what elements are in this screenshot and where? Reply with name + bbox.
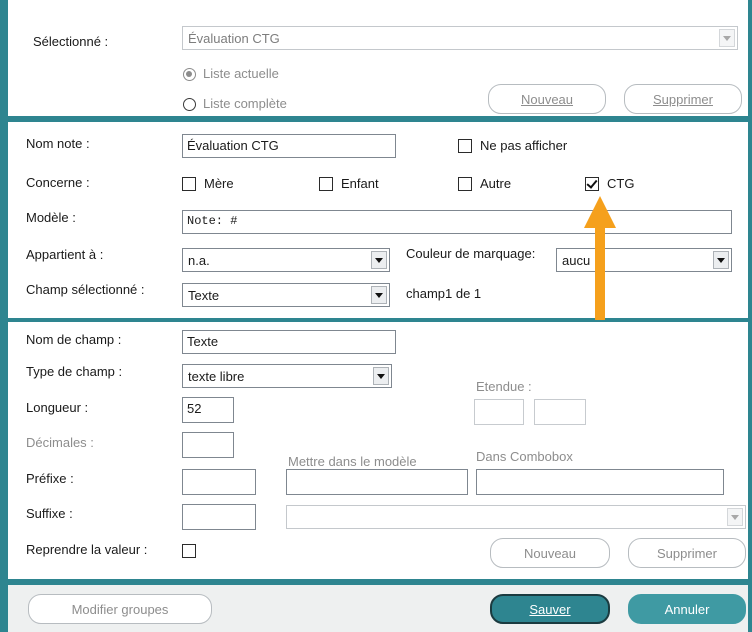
chevron-down-icon[interactable]	[371, 251, 387, 269]
field-name-input[interactable]: Texte	[182, 330, 396, 354]
prefix-label: Préfixe :	[26, 471, 74, 486]
arrow-shaft	[595, 226, 605, 320]
note-name-input[interactable]: Évaluation CTG	[182, 134, 396, 158]
radio-current-list[interactable]	[183, 68, 196, 81]
reuse-value-checkbox[interactable]	[182, 544, 196, 558]
reuse-value-label: Reprendre la valeur :	[26, 542, 148, 557]
selected-note-value: Évaluation CTG	[188, 31, 280, 46]
extent-from-input[interactable]	[474, 399, 524, 425]
arrow-up-icon	[584, 196, 616, 320]
extent-label: Etendue :	[476, 379, 532, 394]
field-count: champ1 de 1	[406, 286, 482, 301]
concerne-mother-checkbox[interactable]	[182, 177, 196, 191]
model-input[interactable]: Note: #	[182, 210, 732, 234]
put-in-model-input[interactable]	[286, 469, 468, 495]
delete-field-button[interactable]: Supprimer	[628, 538, 746, 568]
modify-groups-button-label: Modifier groupes	[71, 601, 169, 617]
suffix-label: Suffixe :	[26, 506, 73, 521]
prefix-input[interactable]	[182, 469, 256, 495]
radio-full-list[interactable]	[183, 98, 196, 111]
arrow-head	[584, 196, 616, 228]
chevron-down-icon[interactable]	[719, 29, 735, 47]
field-type-label: Type de champ :	[26, 364, 123, 379]
field-type-dropdown[interactable]: texte libre	[182, 364, 392, 388]
decimals-label: Décimales :	[26, 435, 94, 450]
radio-current-list-label: Liste actuelle	[203, 66, 279, 81]
modify-groups-button[interactable]: Modifier groupes	[28, 594, 212, 624]
in-combobox-input[interactable]	[476, 469, 724, 495]
model-label: Modèle :	[26, 210, 76, 225]
combobox-values-dropdown[interactable]	[286, 505, 746, 529]
belongs-dropdown[interactable]: n.a.	[182, 248, 390, 272]
save-button-label: Sauver	[529, 601, 571, 617]
decimals-input[interactable]	[182, 432, 234, 458]
concerne-ctg-checkbox[interactable]	[585, 177, 599, 191]
field-type-value: texte libre	[188, 369, 245, 384]
marking-color-label: Couleur de marquage:	[406, 246, 536, 261]
suffix-input[interactable]	[182, 504, 256, 530]
cancel-button[interactable]: Annuler	[628, 594, 746, 624]
delete-field-button-label: Supprimer	[657, 545, 717, 561]
hide-label: Ne pas afficher	[480, 138, 568, 153]
belongs-label: Appartient à :	[26, 247, 104, 262]
concerne-ctg-label: CTG	[607, 176, 635, 191]
selected-field-value: Texte	[188, 288, 220, 303]
hide-checkbox[interactable]	[458, 139, 472, 153]
chevron-down-icon[interactable]	[371, 286, 387, 304]
selected-label: Sélectionné :	[33, 34, 109, 49]
selected-note-dropdown[interactable]: Évaluation CTG	[182, 26, 738, 50]
chevron-down-icon[interactable]	[727, 508, 743, 526]
new-note-button[interactable]: Nouveau	[488, 84, 606, 114]
note-panel: Nom note : Évaluation CTG Ne pas affiche…	[8, 122, 748, 318]
delete-note-button-label: Supprimer	[653, 91, 713, 107]
new-field-button[interactable]: Nouveau	[490, 538, 610, 568]
concerne-other-checkbox[interactable]	[458, 177, 472, 191]
radio-full-list-label: Liste complète	[203, 96, 287, 111]
selection-panel: Sélectionné : Évaluation CTG Liste actue…	[8, 0, 748, 116]
concerne-child-checkbox[interactable]	[319, 177, 333, 191]
concerne-label: Concerne :	[26, 175, 90, 190]
field-panel: Nom de champ : Texte Type de champ : tex…	[8, 322, 748, 579]
concerne-other-label: Autre	[480, 176, 512, 191]
field-name-label: Nom de champ :	[26, 332, 122, 347]
concerne-mother-label: Mère	[204, 176, 234, 191]
new-field-button-label: Nouveau	[523, 545, 577, 561]
marking-color-dropdown[interactable]: aucu	[556, 248, 732, 272]
concerne-child-label: Enfant	[341, 176, 379, 191]
selected-field-dropdown[interactable]: Texte	[182, 283, 390, 307]
in-combobox-label: Dans Combobox	[476, 449, 573, 464]
save-button[interactable]: Sauver	[490, 594, 610, 624]
note-name-label: Nom note :	[26, 136, 90, 151]
length-input[interactable]: 52	[182, 397, 234, 423]
extent-to-input[interactable]	[534, 399, 586, 425]
belongs-value: n.a.	[188, 253, 210, 268]
chevron-down-icon[interactable]	[373, 367, 389, 385]
put-in-model-label: Mettre dans le modèle	[288, 454, 417, 469]
selected-field-label: Champ sélectionné :	[26, 282, 145, 297]
delete-note-button[interactable]: Supprimer	[624, 84, 742, 114]
footer-panel: Modifier groupes Sauver Annuler	[8, 585, 748, 632]
length-label: Longueur :	[26, 400, 89, 415]
new-note-button-label: Nouveau	[520, 91, 574, 107]
cancel-button-label: Annuler	[664, 601, 710, 617]
chevron-down-icon[interactable]	[713, 251, 729, 269]
